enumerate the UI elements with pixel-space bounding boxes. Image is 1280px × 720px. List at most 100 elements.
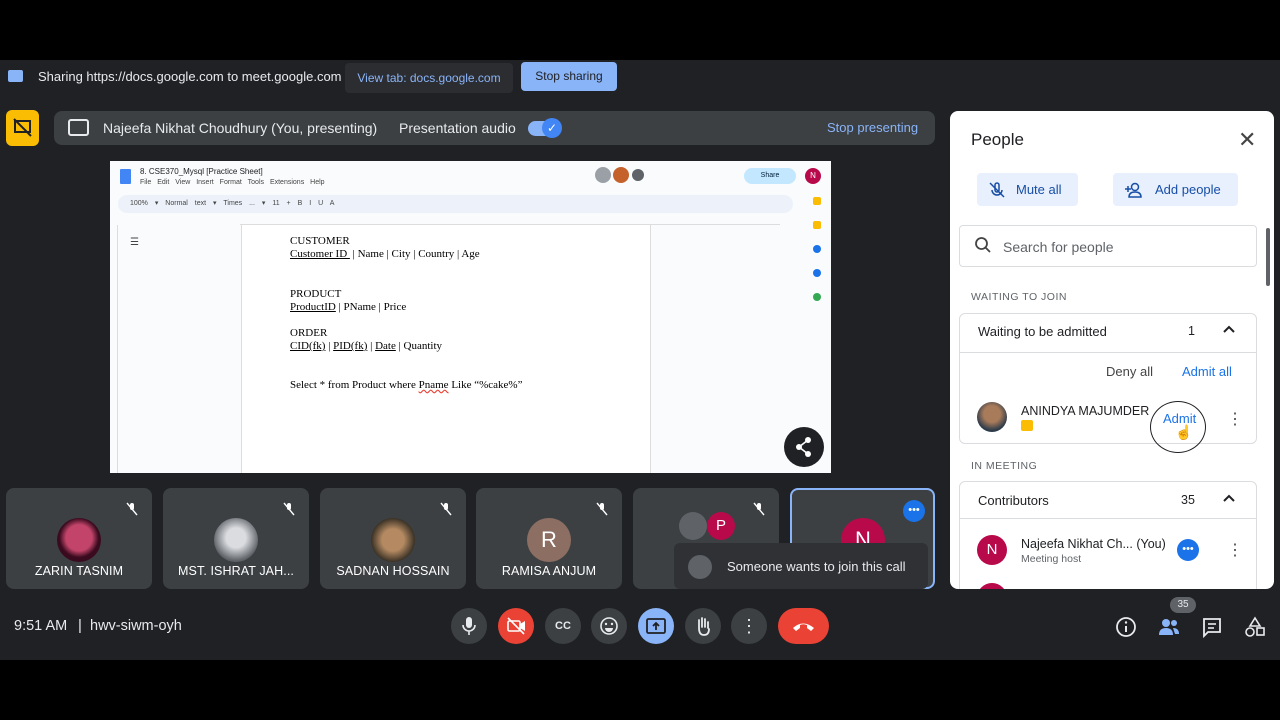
doc-user-avatar: N — [805, 168, 821, 184]
clock: 9:51 AM — [14, 618, 68, 634]
doc-menu-bar: File Edit View Insert Format Tools Exten… — [140, 179, 325, 186]
avatar: R — [527, 518, 571, 562]
admit-all-button[interactable]: Admit all — [1182, 364, 1232, 379]
contacts-icon — [813, 269, 821, 277]
contributors-list: Contributors 35 — [959, 481, 1257, 589]
collaborator-avatar — [613, 167, 629, 183]
more-options-icon[interactable]: ••• — [903, 500, 925, 522]
participant-tile[interactable]: R RAMISA ANJUM — [476, 488, 622, 589]
presentation-indicator-icon[interactable] — [6, 110, 39, 146]
presentation-audio-toggle[interactable]: ✓ — [528, 118, 562, 138]
raise-hand-button[interactable] — [685, 608, 721, 644]
doc-line-product: PRODUCT — [290, 288, 342, 300]
doc-line-query: Select * from Product where Pname Like “… — [290, 379, 523, 391]
divider — [960, 352, 1256, 353]
waiting-section-label: WAITING TO JOIN — [971, 291, 1067, 303]
avatar: P — [707, 512, 735, 540]
add-people-button[interactable]: Add people — [1113, 173, 1238, 206]
waiting-header[interactable]: Waiting to be admitted — [978, 324, 1107, 339]
mic-off-icon — [596, 502, 608, 516]
screen-share-icon — [8, 70, 23, 82]
avatar — [977, 402, 1007, 432]
share-icon[interactable] — [784, 427, 824, 467]
mic-off-icon — [440, 502, 452, 516]
outline-icon: ☰ — [130, 237, 139, 248]
activities-icon[interactable] — [1242, 614, 1268, 640]
waiting-count: 1 — [1188, 324, 1195, 338]
collaborator-avatar — [595, 167, 611, 183]
contributors-count: 35 — [1181, 493, 1195, 507]
waiting-person-name: ANINDYA MAJUMDER — [1021, 404, 1150, 418]
check-icon: ✓ — [542, 118, 562, 138]
view-tab-button[interactable]: View tab: docs.google.com — [345, 63, 513, 93]
doc-ruler — [240, 215, 780, 225]
doc-line-customer: CUSTOMER — [290, 235, 350, 247]
people-panel: People ✕ Mute all Add people Search for … — [950, 111, 1274, 589]
camera-off-button[interactable] — [498, 608, 534, 644]
doc-share-button: Share — [744, 168, 796, 184]
avatar — [371, 518, 415, 562]
people-icon[interactable] — [1156, 614, 1182, 640]
mic-off-icon — [753, 502, 765, 516]
divider — [960, 518, 1256, 519]
present-screen-button[interactable] — [638, 608, 674, 644]
deny-all-button[interactable]: Deny all — [1106, 364, 1153, 379]
contributors-header[interactable]: Contributors — [978, 493, 1049, 508]
search-people-input[interactable]: Search for people — [959, 225, 1257, 267]
more-options-icon[interactable]: ••• — [1177, 539, 1199, 561]
participant-tile[interactable]: MST. ISHRAT JAH... — [163, 488, 309, 589]
meeting-info-icon[interactable] — [1113, 614, 1139, 640]
pointer-cursor-icon: ☝ — [1175, 424, 1193, 440]
doc-toolbar: 100% ▾ Normal text ▾ Times ... ▾ 11 + B … — [118, 195, 793, 213]
participant-name: ZARIN TASNIM — [34, 564, 124, 578]
meeting-code: hwv-siwm-oyh — [90, 618, 182, 634]
mute-all-button[interactable]: Mute all — [977, 173, 1078, 206]
presentation-audio-label: Presentation audio — [399, 120, 516, 136]
close-icon[interactable]: ✕ — [1238, 127, 1256, 153]
search-icon — [974, 236, 992, 259]
participant-tile[interactable]: ZARIN TASNIM — [6, 488, 152, 589]
calendar-icon — [813, 245, 821, 253]
doc-line-order: ORDER — [290, 327, 328, 339]
leave-call-button[interactable] — [778, 608, 829, 644]
doc-side-panel — [810, 197, 824, 367]
chevron-up-icon[interactable] — [1222, 493, 1236, 506]
sharing-status-text: Sharing https://docs.google.com to meet.… — [38, 69, 342, 84]
more-options-button[interactable]: ⋮ — [731, 608, 767, 644]
host-role: Meeting host — [1021, 553, 1082, 565]
shared-screen-document: 8. CSE370_Mysql [Practice Sheet] File Ed… — [110, 161, 831, 473]
microphone-button[interactable] — [451, 608, 487, 644]
emoji-reaction-button[interactable] — [591, 608, 627, 644]
presenting-bar: Najeefa Nikhat Choudhury (You, presentin… — [54, 111, 935, 145]
chat-icon[interactable] — [1199, 614, 1225, 640]
participant-count-badge: 35 — [1170, 597, 1196, 613]
host-name: Najeefa Nikhat Ch... (You) — [1021, 537, 1166, 551]
stop-presenting-link[interactable]: Stop presenting — [827, 120, 918, 135]
avatar — [688, 555, 712, 579]
avatar — [679, 512, 707, 540]
mute-all-label: Mute all — [1016, 182, 1062, 197]
avatar — [214, 518, 258, 562]
divider: | — [78, 617, 82, 634]
captions-button[interactable]: CC — [545, 608, 581, 644]
meeting-section-label: IN MEETING — [971, 460, 1038, 472]
doc-title: 8. CSE370_Mysql [Practice Sheet] — [140, 167, 263, 176]
search-placeholder: Search for people — [1003, 239, 1114, 255]
presenting-badge-icon — [1021, 420, 1033, 431]
doc-line-order-fields: CID(fk) | PID(fk) | Date | Quantity — [290, 340, 443, 352]
more-options-icon[interactable]: ⋮ — [1227, 540, 1243, 560]
doc-top-bar: 8. CSE370_Mysql [Practice Sheet] File Ed… — [110, 161, 831, 193]
tasks-icon — [813, 221, 821, 229]
toast-text: Someone wants to join this call — [727, 559, 906, 574]
add-people-label: Add people — [1155, 182, 1221, 197]
presenter-name: Najeefa Nikhat Choudhury (You, presentin… — [103, 120, 378, 136]
stop-sharing-button[interactable]: Stop sharing — [521, 62, 617, 91]
keep-icon — [813, 197, 821, 205]
participant-tile[interactable]: SADNAN HOSSAIN — [320, 488, 466, 589]
doc-left-ruler — [110, 225, 118, 473]
panel-scrollbar[interactable] — [1266, 228, 1270, 286]
chevron-up-icon[interactable] — [1222, 324, 1236, 337]
doc-line-customer-fields: Customer ID | Name | City | Country | Ag… — [290, 248, 480, 260]
join-request-toast[interactable]: Someone wants to join this call — [674, 543, 928, 589]
more-options-icon[interactable]: ⋮ — [1227, 409, 1243, 429]
